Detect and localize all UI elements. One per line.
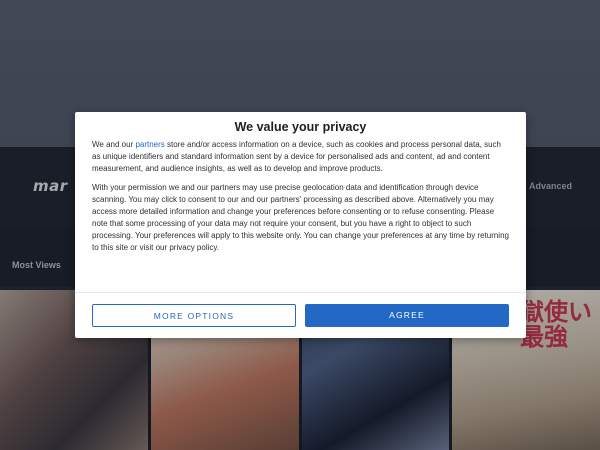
privacy-dialog-body: We and our partners store and/or access … [92, 139, 510, 261]
page: mar Advanced Most Views 獄使い 最強 We value … [0, 0, 600, 450]
dialog-divider [75, 292, 526, 293]
privacy-paragraph-2: With your permission we and our partners… [92, 183, 509, 252]
agree-button[interactable]: AGREE [305, 304, 509, 327]
privacy-paragraph-1-start: We and our [92, 140, 136, 149]
partners-link[interactable]: partners [135, 140, 164, 149]
privacy-paragraph-1: We and our partners store and/or access … [92, 139, 510, 175]
more-options-button[interactable]: MORE OPTIONS [92, 304, 296, 327]
privacy-dialog-title: We value your privacy [234, 120, 367, 134]
privacy-dialog: We value your privacy We and our partner… [75, 112, 526, 338]
